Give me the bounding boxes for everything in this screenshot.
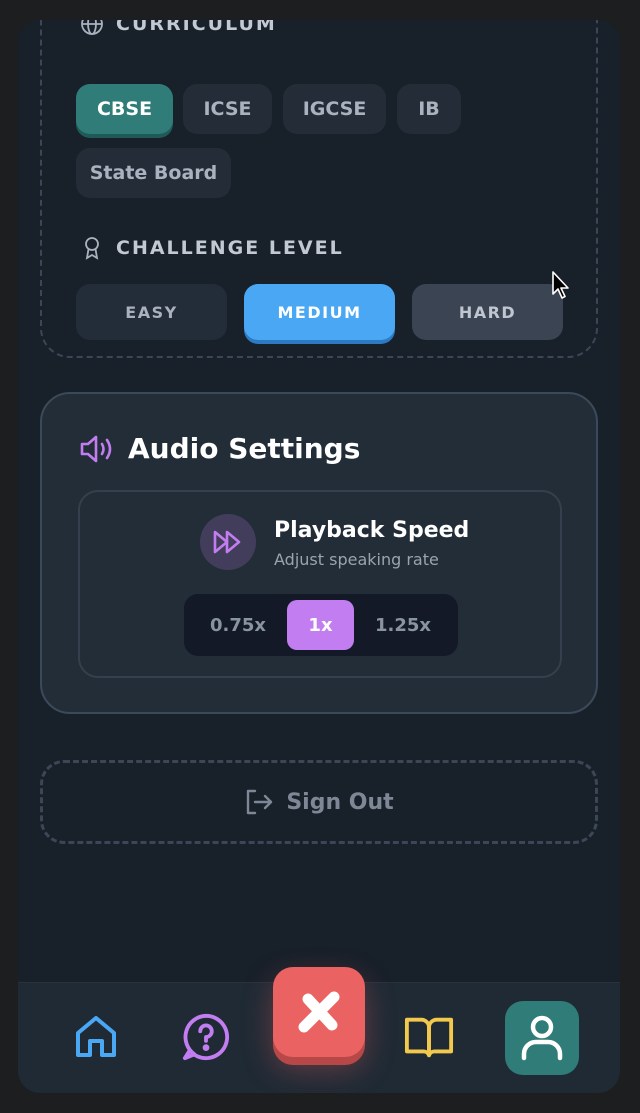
nav-profile[interactable] (505, 1001, 579, 1075)
book-icon (404, 1017, 454, 1058)
challenge-heading-label: CHALLENGE LEVEL (116, 237, 344, 259)
curriculum-option-label: ICSE (203, 98, 252, 120)
home-icon (76, 1016, 116, 1057)
globe-icon (81, 20, 103, 35)
nav-help[interactable] (181, 1011, 231, 1063)
curriculum-option-label: IB (418, 98, 440, 120)
audio-settings-title: Audio Settings (128, 432, 361, 465)
curriculum-option-label: CBSE (96, 98, 153, 120)
fast-forward-icon (200, 514, 256, 570)
award-icon (85, 237, 99, 260)
speed-option-label: 1.25x (374, 614, 432, 636)
speed-option-1x[interactable]: 1x (287, 600, 354, 650)
curriculum-option-state-board[interactable]: State Board (76, 148, 231, 198)
app-container: CURRICULUM CBSE ICSE IGCSE IB State Boar… (18, 20, 620, 1093)
curriculum-option-ib[interactable]: IB (397, 84, 461, 134)
curriculum-option-igcse[interactable]: IGCSE (283, 84, 386, 134)
speed-option-label: 1x (308, 614, 333, 636)
level-label: EASY (125, 302, 178, 322)
sign-out-button[interactable]: Sign Out (40, 760, 598, 844)
mouse-cursor-icon (552, 271, 569, 299)
level-medium-button[interactable]: MEDIUM (244, 284, 395, 340)
preferences-card: CURRICULUM CBSE ICSE IGCSE IB State Boar… (40, 20, 598, 358)
playback-speed-panel: Playback Speed Adjust speaking rate 0.75… (78, 490, 562, 678)
curriculum-option-cbse[interactable]: CBSE (76, 84, 173, 134)
center-action-button[interactable] (273, 967, 365, 1057)
curriculum-option-icse[interactable]: ICSE (183, 84, 272, 134)
curriculum-heading-label: CURRICULUM (116, 20, 277, 35)
speed-option-0-75x[interactable]: 0.75x (198, 600, 278, 650)
playback-speed-subtitle: Adjust speaking rate (274, 550, 439, 569)
level-label: MEDIUM (277, 302, 362, 322)
logout-icon (247, 789, 273, 815)
speed-option-1-25x[interactable]: 1.25x (362, 600, 444, 650)
nav-home[interactable] (71, 1011, 121, 1063)
bottom-navigation (18, 967, 620, 1093)
speaker-icon (80, 435, 112, 462)
curriculum-option-label: State Board (89, 162, 218, 184)
challenge-heading: CHALLENGE LEVEL (80, 236, 344, 260)
playback-speed-title: Playback Speed (274, 518, 470, 543)
level-label: HARD (458, 302, 517, 322)
audio-settings-card: Audio Settings Playback Speed Adjust spe… (40, 392, 598, 714)
level-easy-button[interactable]: EASY (76, 284, 227, 340)
sign-out-label: Sign Out (286, 789, 394, 815)
nav-library[interactable] (404, 1011, 454, 1063)
speed-option-label: 0.75x (209, 614, 267, 636)
profile-icon (521, 1015, 563, 1061)
level-hard-button[interactable]: HARD (412, 284, 563, 340)
playback-speed-selector: 0.75x 1x 1.25x (184, 594, 458, 656)
close-icon (298, 991, 340, 1033)
curriculum-heading: CURRICULUM (80, 20, 277, 36)
help-icon (182, 1013, 230, 1061)
audio-settings-header: Audio Settings (78, 432, 360, 465)
curriculum-option-label: IGCSE (302, 98, 367, 120)
